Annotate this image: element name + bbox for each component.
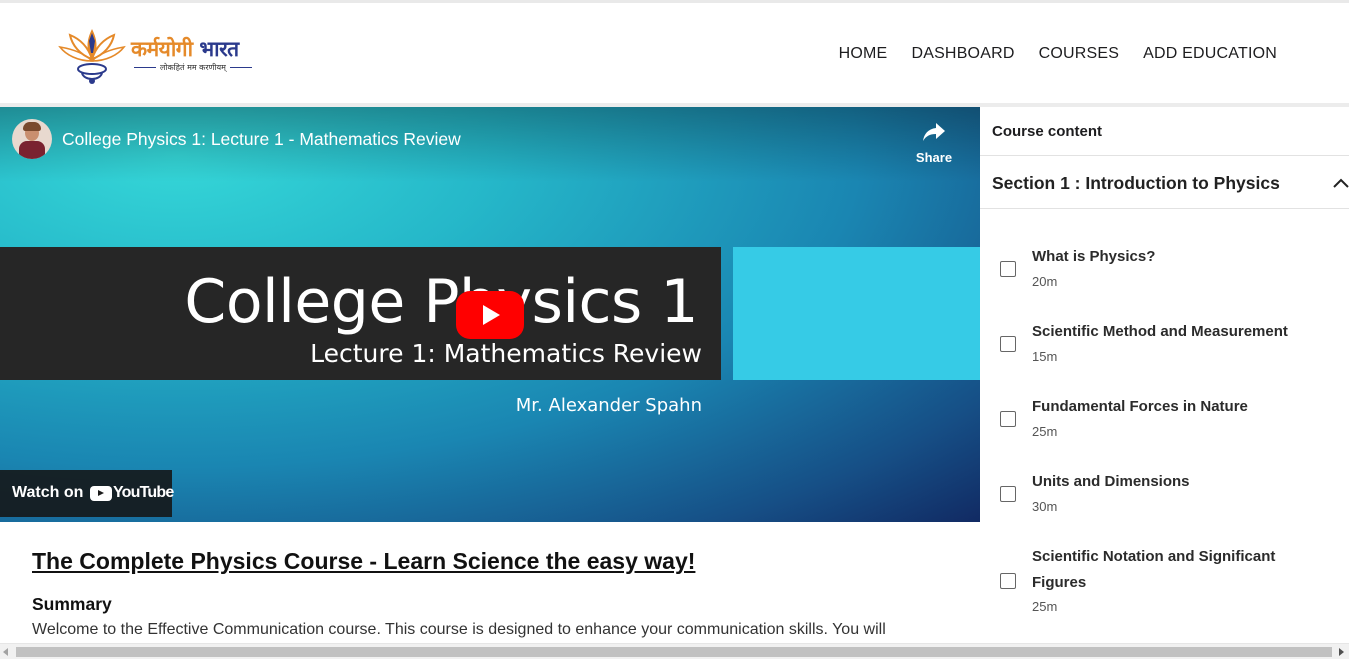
- lesson-duration: 30m: [1032, 499, 1058, 514]
- share-label: Share: [915, 150, 953, 165]
- slide-author: Mr. Alexander Spahn: [515, 395, 702, 416]
- logo-tagline: लोकहितं मम करणीयम्: [134, 62, 252, 73]
- sidebar-divider: [980, 208, 1349, 209]
- lesson-duration: 25m: [1032, 424, 1058, 439]
- logo-title-part1: कर्मयोगी: [131, 37, 193, 61]
- nav-add-education[interactable]: ADD EDUCATION: [1143, 45, 1277, 63]
- site-logo[interactable]: कर्मयोगी भारत लोकहितं मम करणीयम्: [56, 23, 266, 87]
- checkbox-icon[interactable]: [1000, 336, 1016, 352]
- logo-title: कर्मयोगी भारत: [131, 35, 239, 63]
- lesson-name: Scientific Method and Measurement: [1032, 323, 1288, 340]
- lesson-name: Units and Dimensions: [1032, 473, 1190, 490]
- lesson-name: What is Physics?: [1032, 248, 1156, 265]
- section-header[interactable]: Section 1 : Introduction to Physics: [992, 173, 1280, 194]
- chevron-up-icon[interactable]: [1332, 175, 1349, 191]
- course-content-sidebar: Course content Section 1 : Introduction …: [980, 107, 1349, 643]
- course-content-title: Course content: [992, 123, 1103, 140]
- summary-heading: Summary: [32, 594, 112, 614]
- youtube-play-glyph: [98, 490, 104, 496]
- channel-avatar[interactable]: [12, 119, 52, 159]
- main-nav: HOME DASHBOARD COURSES ADD EDUCATION: [839, 45, 1277, 63]
- checkbox-icon[interactable]: [1000, 411, 1016, 427]
- slide-accent-block: [733, 247, 980, 380]
- nav-courses[interactable]: COURSES: [1039, 45, 1120, 63]
- nav-dashboard[interactable]: DASHBOARD: [911, 45, 1014, 63]
- slide-subheading: Lecture 1: Mathematics Review: [310, 339, 702, 368]
- summary-text: Welcome to the Effective Communication c…: [32, 621, 886, 638]
- video-title[interactable]: College Physics 1: Lecture 1 - Mathemati…: [62, 129, 461, 150]
- sidebar-divider: [980, 155, 1349, 156]
- video-player[interactable]: College Physics 1 Lecture 1: Mathematics…: [0, 107, 980, 522]
- youtube-icon: [90, 486, 112, 501]
- share-button[interactable]: Share: [910, 121, 958, 165]
- nav-home[interactable]: HOME: [839, 45, 888, 63]
- lesson-duration: 20m: [1032, 274, 1058, 289]
- logo-title-part2: भारत: [199, 37, 239, 61]
- course-title: The Complete Physics Course - Learn Scie…: [32, 548, 696, 574]
- share-arrow-icon: [923, 123, 945, 141]
- tagline-rule-right: [229, 67, 252, 68]
- lotus-logo-icon: [58, 29, 126, 84]
- slide-heading: College Physics 1: [184, 267, 698, 337]
- watch-on-youtube-button[interactable]: Watch on YouTube: [0, 470, 174, 517]
- checkbox-icon[interactable]: [1000, 486, 1016, 502]
- horizontal-scrollbar[interactable]: [0, 643, 1349, 659]
- youtube-wordmark: YouTube: [113, 484, 174, 501]
- lesson-duration: 15m: [1032, 349, 1058, 364]
- lesson-name: Fundamental Forces in Nature: [1032, 398, 1248, 415]
- play-icon: [483, 305, 500, 325]
- avatar-hair: [23, 122, 41, 131]
- tagline-rule-left: [134, 67, 156, 68]
- avatar-shirt: [19, 141, 45, 159]
- lesson-name: Scientific Notation and Significant Figu…: [1032, 548, 1276, 591]
- watch-on-label: Watch on: [12, 484, 84, 501]
- scrollbar-thumb[interactable]: [16, 647, 1332, 657]
- site-header: कर्मयोगी भारत लोकहितं मम करणीयम् HOME DA…: [0, 3, 1349, 104]
- lesson-duration: 25m: [1032, 599, 1058, 614]
- play-button[interactable]: [456, 291, 524, 339]
- scroll-left-arrow-icon[interactable]: [3, 648, 8, 656]
- scroll-right-arrow-icon[interactable]: [1339, 648, 1344, 656]
- checkbox-icon[interactable]: [1000, 573, 1016, 589]
- logo-tagline-text: लोकहितं मम करणीयम्: [160, 63, 226, 72]
- checkbox-icon[interactable]: [1000, 261, 1016, 277]
